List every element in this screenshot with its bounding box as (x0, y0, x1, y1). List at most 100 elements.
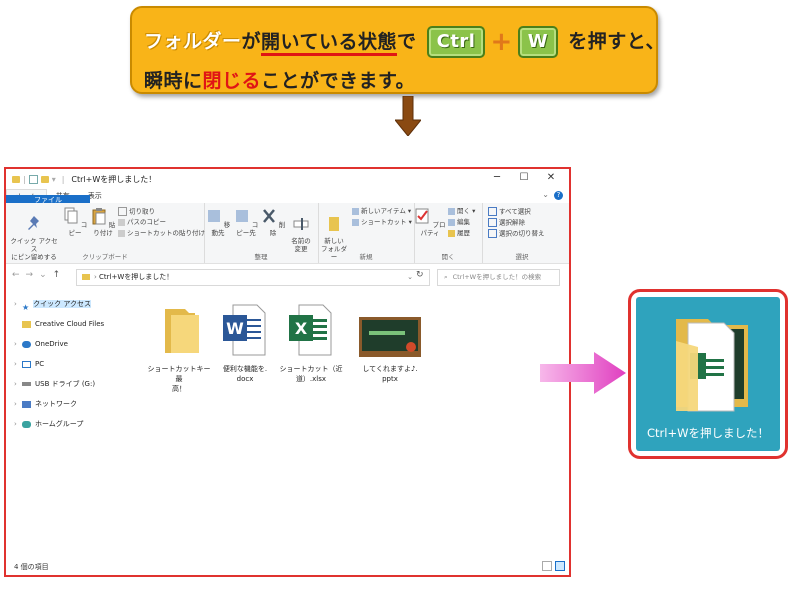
title-bar: | ▾ | Ctrl+Wを押しました！ ─ ☐ ✕ (6, 169, 569, 189)
organize-group-label: 整理 (254, 253, 268, 261)
file-item-excel[interactable]: X ショートカット（近 道）.xlsx (278, 303, 344, 384)
details-view-icon[interactable] (542, 561, 552, 571)
organize-group: 移動先 コピー先 削除 名前の 変更 整理 (204, 203, 319, 263)
file-name: ショートカットキー最 高！ (147, 365, 211, 393)
callout-can-do: ことができます。 (261, 70, 416, 92)
dropdown-icon[interactable]: ▾ (52, 175, 56, 184)
copy-path-icon (118, 218, 125, 226)
invert-selection-button[interactable]: 選択の切り替え (488, 229, 545, 239)
plus-sign: + (490, 27, 513, 57)
new-folder-icon (329, 217, 339, 231)
cut-label: 切り取り (129, 207, 155, 216)
back-icon[interactable]: ← (12, 270, 26, 280)
nav-item-onedrive[interactable]: › OneDrive (6, 337, 142, 357)
callout-close-text: 閉じる (202, 70, 262, 92)
open-label: 開く ▾ (457, 207, 476, 215)
shortcut-label: ショートカット ▾ (361, 218, 412, 226)
close-icon[interactable]: ✕ (539, 172, 563, 183)
expand-chevron-icon[interactable]: › (14, 297, 22, 311)
ribbon-controls: ⌄? (542, 190, 563, 200)
copy-path-button[interactable]: パスのコピー (118, 218, 166, 227)
copy-to-button[interactable]: コピー先 (232, 207, 260, 237)
nav-item-pc[interactable]: › PC (6, 357, 142, 377)
usb-drive-icon (22, 382, 31, 386)
rename-button[interactable]: 名前の 変更 (286, 207, 316, 253)
expand-chevron-icon[interactable]: › (14, 357, 22, 371)
properties-icon (415, 208, 429, 224)
move-to-icon (207, 210, 220, 222)
address-bar[interactable]: › Ctrl+Wを押しました！ ⌄ (76, 269, 430, 286)
paste-button[interactable]: 貼り付け (88, 207, 118, 237)
refresh-icon[interactable]: ↻ (416, 270, 424, 280)
nav-item-quick-access[interactable]: › ★ クイック アクセス (6, 297, 142, 317)
nav-item-creative-cloud[interactable]: Creative Cloud Files (6, 317, 142, 337)
creative-cloud-folder-icon (22, 320, 31, 328)
edit-button[interactable]: 編集 (448, 218, 470, 227)
select-none-button[interactable]: 選択解除 (488, 218, 525, 228)
address-bar-row: ←→⌄↑ › Ctrl+Wを押しました！ ⌄ ↻ ⌕ Ctrl+Wを押しました！の… (6, 264, 569, 289)
callout-folder-text: フォルダー (144, 30, 242, 53)
up-icon[interactable]: ↑ (53, 270, 67, 280)
title-separator-2: | (61, 174, 65, 184)
history-icon (448, 229, 455, 237)
ctrl-key: Ctrl (426, 26, 486, 58)
delete-button[interactable]: 削除 (260, 207, 286, 237)
rename-icon (293, 218, 309, 230)
paste-shortcut-label: ショートカットの貼り付け (127, 229, 205, 237)
file-item-powerpoint[interactable]: してくれますよ♪. pptx (354, 303, 426, 384)
desktop-folder-tile[interactable]: Ctrl+Wを押しました！ (636, 297, 780, 451)
large-icons-view-icon[interactable] (555, 561, 565, 571)
select-all-button[interactable]: すべて選択 (488, 207, 531, 217)
maximize-icon[interactable]: ☐ (512, 172, 536, 183)
callout-open-state: 開いている状態 (261, 30, 397, 56)
select-group-label: 選択 (515, 253, 529, 261)
expand-chevron-icon[interactable]: › (14, 417, 22, 431)
expand-chevron-icon[interactable]: › (14, 377, 22, 391)
nav-label-onedrive: OneDrive (35, 340, 68, 348)
select-group: すべて選択 選択解除 選択の切り替え 選択 (482, 203, 562, 263)
svg-text:X: X (295, 319, 308, 338)
explorer-window: | ▾ | Ctrl+Wを押しました！ ─ ☐ ✕ ファイル ホーム 共有 表示… (4, 167, 571, 577)
excel-spreadsheet-icon: X (289, 304, 332, 356)
help-icon[interactable]: ? (554, 191, 563, 200)
copy-button[interactable]: コピー (60, 207, 90, 237)
expand-chevron-icon[interactable]: › (14, 397, 22, 411)
paste-icon (92, 208, 106, 225)
nav-item-homegroup[interactable]: › ホームグループ (6, 417, 142, 437)
recent-dropdown-icon[interactable]: ⌄ (39, 270, 53, 280)
history-label: 履歴 (457, 229, 470, 237)
minimize-icon[interactable]: ─ (485, 172, 509, 183)
address-folder-icon (82, 274, 90, 280)
history-button[interactable]: 履歴 (448, 229, 470, 238)
callout-press-text: を押すと、 (568, 30, 666, 53)
nav-label-homegroup: ホームグループ (35, 420, 84, 428)
nav-item-network[interactable]: › ネットワーク (6, 397, 142, 417)
properties-quick-icon[interactable] (28, 174, 38, 184)
callout-line-2: 瞬時に閉じることができます。 (144, 66, 415, 93)
address-dropdown-icon[interactable]: ⌄ (407, 270, 413, 285)
new-item-button[interactable]: 新しいアイテム ▾ (352, 207, 411, 216)
new-folder-quick-icon[interactable] (40, 175, 49, 183)
presentation-thumbnail-icon (359, 317, 421, 357)
paste-shortcut-button[interactable]: ショートカットの貼り付け (118, 229, 205, 238)
shortcut-button[interactable]: ショートカット ▾ (352, 218, 412, 227)
open-group: プロパティ 開く ▾ 編集 履歴 開く (414, 203, 483, 263)
callout-line-1: フォルダーが開いている状態で Ctrl + W を押すと、 (144, 26, 665, 58)
paste-shortcut-icon (118, 229, 125, 237)
file-item-folder[interactable]: ショートカットキー最 高！ (146, 303, 212, 394)
expand-chevron-icon[interactable]: › (14, 337, 22, 351)
breadcrumb-path[interactable]: Ctrl+Wを押しました！ (99, 273, 173, 281)
new-item-icon (352, 207, 359, 215)
properties-button[interactable]: プロパティ (414, 207, 446, 237)
cut-button[interactable]: 切り取り (118, 207, 155, 217)
open-button[interactable]: 開く ▾ (448, 207, 475, 216)
forward-icon[interactable]: → (26, 270, 40, 280)
move-to-button[interactable]: 移動先 (204, 207, 232, 237)
invert-selection-icon (488, 229, 497, 238)
computer-icon (22, 360, 31, 368)
clipboard-group-label: クリップボード (82, 253, 128, 261)
chevron-down-icon[interactable]: ⌄ (542, 190, 549, 199)
file-item-word[interactable]: W 便利な機能を. docx (212, 303, 278, 384)
nav-item-usb-drive[interactable]: › USB ドライブ (G:) (6, 377, 142, 397)
search-input[interactable]: ⌕ Ctrl+Wを押しました！の検索 (437, 269, 560, 286)
